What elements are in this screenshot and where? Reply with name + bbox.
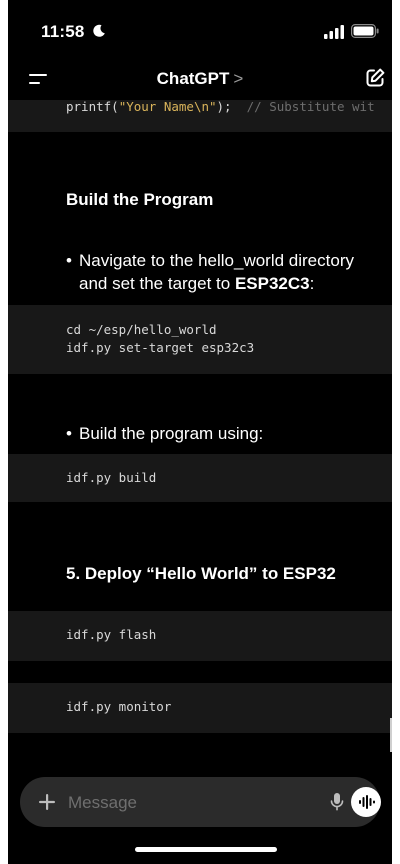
code-line: idf.py flash [66, 627, 157, 642]
code-block-set-target: cd ~/esp/hello_world idf.py set-target e… [8, 305, 392, 374]
heading-build-program: Build the Program [66, 190, 214, 209]
top-bar: ChatGPT > [8, 60, 392, 100]
code-block-printf: printf("Your Name\n"); // Substitute wit [8, 100, 392, 132]
plus-icon[interactable] [36, 791, 58, 813]
cellular-signal-icon [324, 25, 344, 39]
new-chat-icon[interactable] [364, 67, 386, 89]
page-title: ChatGPT [156, 69, 230, 88]
status-bar: 11:58 [8, 0, 392, 60]
moon-icon [93, 24, 105, 37]
battery-icon [351, 24, 379, 38]
bold-target: ESP32C3 [234, 274, 310, 293]
code-block-monitor: idf.py monitor [8, 683, 392, 733]
voice-mode-icon [359, 795, 375, 809]
code-line: idf.py set-target esp32c3 [66, 340, 255, 355]
list-item-text: Build the program using: [79, 424, 264, 443]
message-composer [20, 777, 381, 827]
chevron-right-icon: > [233, 69, 244, 88]
message-input[interactable] [66, 789, 300, 817]
code-line: printf("Your Name\n"); // Substitute wit [66, 100, 375, 114]
bullet-dot: • [66, 251, 72, 270]
phone-frame: 11:58 ChatGPT > printf("Your Name\n"); /… [0, 0, 400, 864]
scroll-indicator [390, 718, 392, 752]
code-comment: // Substitute wit [246, 100, 375, 114]
model-selector[interactable]: ChatGPT > [8, 69, 392, 89]
code-block-flash: idf.py flash [8, 611, 392, 661]
bullet-dot: • [66, 424, 72, 443]
list-item-build: • Build the program using: [66, 422, 376, 445]
code-block-build: idf.py build [8, 454, 392, 502]
home-indicator[interactable] [135, 847, 277, 852]
code-line: cd ~/esp/hello_world [66, 322, 217, 337]
heading-deploy: 5. Deploy “Hello World” to ESP32 [66, 564, 336, 583]
code-line: idf.py build [66, 470, 157, 485]
app-screen: 11:58 ChatGPT > printf("Your Name\n"); /… [8, 0, 392, 864]
code-string: "Your Name\n" [118, 100, 217, 114]
microphone-icon[interactable] [330, 792, 344, 812]
code-line: idf.py monitor [66, 699, 172, 714]
status-time: 11:58 [41, 22, 85, 41]
conversation-area[interactable]: printf("Your Name\n"); // Substitute wit… [8, 100, 392, 775]
list-item-navigate: • Navigate to the hello_world directory … [66, 249, 376, 295]
list-item-text: Navigate to the hello_world directory an… [79, 251, 354, 293]
voice-mode-button[interactable] [351, 787, 381, 817]
